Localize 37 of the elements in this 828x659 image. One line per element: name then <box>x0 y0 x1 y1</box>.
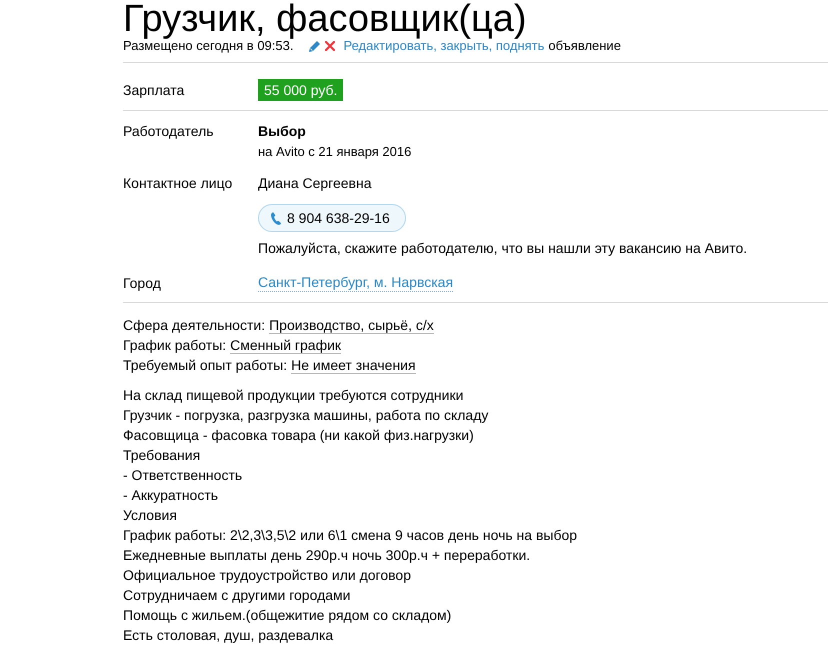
manage-link[interactable]: Редактировать, закрыть, поднять <box>343 38 544 54</box>
posted-time-text: Размещено сегодня в 09:53. <box>123 38 294 54</box>
contact-name: Диана Сергеевна <box>258 174 372 193</box>
parameter-value: Сменный график <box>230 337 342 354</box>
member-since-text: на Avito с 21 января 2016 <box>258 143 412 161</box>
description-line: - Ответственность <box>123 466 244 485</box>
description-line: Фасовщица - фасовка товара (ни какой физ.нагрузки) <box>123 426 475 445</box>
page-title: Грузчик, фасовщик(ца) <box>123 0 528 38</box>
parameter-value: Производство, сырьё, с/х <box>269 317 434 334</box>
description-line: Грузчик - погрузка, разгрузка машины, работа по складу <box>123 406 490 425</box>
field-label: Работодатель <box>123 122 215 141</box>
description-line: Помощь с жильем.(общежитие рядом со складом) <box>123 606 452 625</box>
parameter-value: Не имеет значения <box>291 357 416 374</box>
description-line: График работы: 2\2,3\3,5\2 или 6\1 смена 9 часов день ночь на выбор <box>123 526 578 545</box>
employer-name: Выбор <box>258 122 306 141</box>
description-line: Требования <box>123 446 202 465</box>
parameter-label: Требуемый опыт работы: <box>123 357 288 373</box>
close-icon[interactable] <box>325 41 336 51</box>
phone-button[interactable]: 8 904 638-29-16 <box>258 204 406 232</box>
description-line: Официальное трудоустройство или договор <box>123 566 412 585</box>
parameter-label: График работы: <box>123 337 226 353</box>
notice-text: Пожалуйста, скажите работодателю, что вы нашли эту вакансию на Авито. <box>258 239 748 258</box>
description-line: Есть столовая, душ, раздевалка <box>123 626 334 645</box>
field-label: Зарплата <box>123 81 186 100</box>
city-link[interactable]: Санкт-Петербург, м. Нарвская <box>258 273 454 292</box>
description-line: Условия <box>123 506 178 525</box>
salary-badge: 55 000 руб. <box>258 79 344 101</box>
description-line: Ежедневные выплаты день 290р.ч ночь 300р.ч + переработки. <box>123 546 532 565</box>
field-label: Контактное лицо <box>123 174 234 193</box>
description-line: Сотрудничаем с другими городами <box>123 586 352 605</box>
description-line: - Аккуратность <box>123 486 220 505</box>
parameter-label: Сфера деятельности: <box>123 317 266 333</box>
phone-icon <box>271 212 282 224</box>
ad-word-text: объявление <box>548 38 621 54</box>
pencil-icon[interactable] <box>309 40 320 52</box>
field-label: Город <box>123 274 162 293</box>
description-line: На склад пищевой продукции требуются сотрудники <box>123 386 464 405</box>
